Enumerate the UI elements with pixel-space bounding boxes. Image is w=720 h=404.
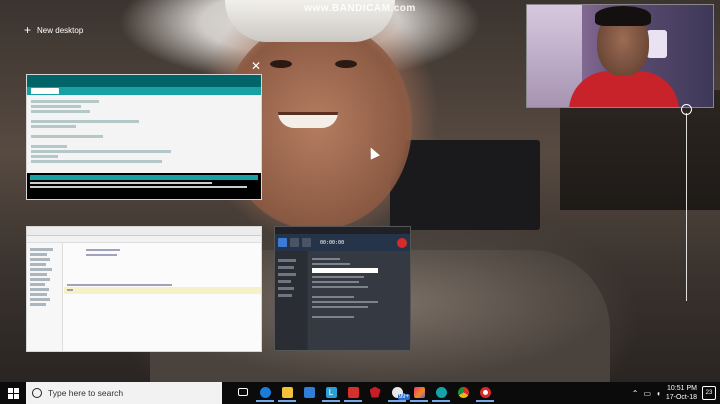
ide-menu-bar (27, 227, 261, 236)
l-app-icon: L (325, 386, 337, 398)
window-thumbnail-arduino[interactable] (26, 74, 262, 200)
network-icon[interactable]: ▭ (643, 389, 651, 398)
webcam-person-hair (595, 6, 651, 26)
webcam-person-shirt (569, 71, 679, 107)
bandicam-icon (479, 386, 491, 398)
ide-toolbar (27, 236, 261, 243)
task-view-button[interactable] (234, 384, 252, 402)
red-app-button[interactable] (344, 384, 362, 402)
intellij-button[interactable] (410, 384, 428, 402)
search-placeholder: Type here to search (48, 388, 124, 398)
taskbar: Type here to search L 99+ ⌃ ▭ ◖ 10:51 PM… (0, 382, 720, 404)
action-center-button[interactable]: 23 (702, 386, 716, 400)
window-thumbnail-code-editor[interactable] (26, 226, 262, 352)
background-person-eye (270, 60, 292, 68)
webcam-overlay (526, 4, 714, 108)
background-person-eye (335, 60, 357, 68)
chrome-button[interactable] (454, 384, 472, 402)
l-app-button[interactable]: L (322, 384, 340, 402)
system-tray: ⌃ ▭ ◖ 10:51 PM 17-Oct-18 23 (632, 384, 720, 402)
search-box[interactable]: Type here to search (26, 382, 222, 404)
store-button[interactable] (300, 384, 318, 402)
clock-date: 17-Oct-18 (665, 394, 697, 401)
bandicam-titlebar (275, 227, 410, 234)
ide-editor (64, 243, 261, 351)
windows-icon (7, 387, 19, 399)
bandicam-settings-panel (308, 251, 410, 350)
screen-mode-icon (278, 238, 287, 247)
arduino-tab (31, 88, 59, 94)
mcafee-button[interactable] (366, 384, 384, 402)
arduino-tab-bar (27, 87, 261, 95)
chat-app-button[interactable]: 99+ (388, 384, 410, 402)
arduino-code-area (27, 95, 261, 173)
new-desktop-button[interactable]: + New desktop (24, 23, 84, 37)
window-thumbnail-bandicam[interactable]: 00:00:00 (274, 226, 411, 351)
chrome-icon (457, 386, 469, 398)
new-desktop-label: New desktop (37, 25, 84, 35)
red-app-icon (347, 386, 359, 398)
cortana-icon (32, 388, 42, 398)
unread-badge: 99+ (397, 394, 410, 400)
show-hidden-icons-icon[interactable]: ⌃ (632, 389, 639, 398)
arduino-icon (435, 386, 447, 398)
arduino-console (27, 173, 261, 199)
close-icon[interactable]: ✕ (251, 60, 261, 72)
background-shelf (560, 90, 720, 210)
bandicam-sidebar (275, 251, 307, 350)
volume-icon[interactable]: ◖ (656, 389, 661, 398)
ide-project-tree (27, 243, 63, 351)
vertical-guide-line (686, 113, 687, 301)
bandicam-button[interactable] (476, 384, 494, 402)
record-icon (397, 237, 407, 248)
bandicam-toolbar: 00:00:00 (275, 234, 410, 251)
edge-icon (259, 386, 271, 398)
arduino-toolbar (27, 75, 261, 87)
start-button[interactable] (0, 382, 26, 404)
background-monitor (390, 140, 540, 230)
pinned-apps: L 99+ (234, 384, 494, 402)
bandicam-timer: 00:00:00 (320, 239, 345, 246)
game-mode-icon (290, 238, 299, 247)
intellij-icon (413, 386, 425, 398)
mcafee-icon (369, 386, 381, 398)
task-view-icon (238, 388, 248, 396)
clock-time: 10:51 PM (667, 385, 697, 392)
edge-button[interactable] (256, 384, 274, 402)
notification-count: 23 (705, 390, 713, 396)
background-person-smile (278, 112, 338, 128)
plus-icon: + (24, 23, 32, 37)
arduino-button[interactable] (432, 384, 450, 402)
device-mode-icon (302, 238, 311, 247)
clock[interactable]: 10:51 PM 17-Oct-18 (666, 384, 697, 402)
file-explorer-button[interactable] (278, 384, 296, 402)
store-icon (303, 386, 315, 398)
file-explorer-icon (281, 386, 293, 398)
